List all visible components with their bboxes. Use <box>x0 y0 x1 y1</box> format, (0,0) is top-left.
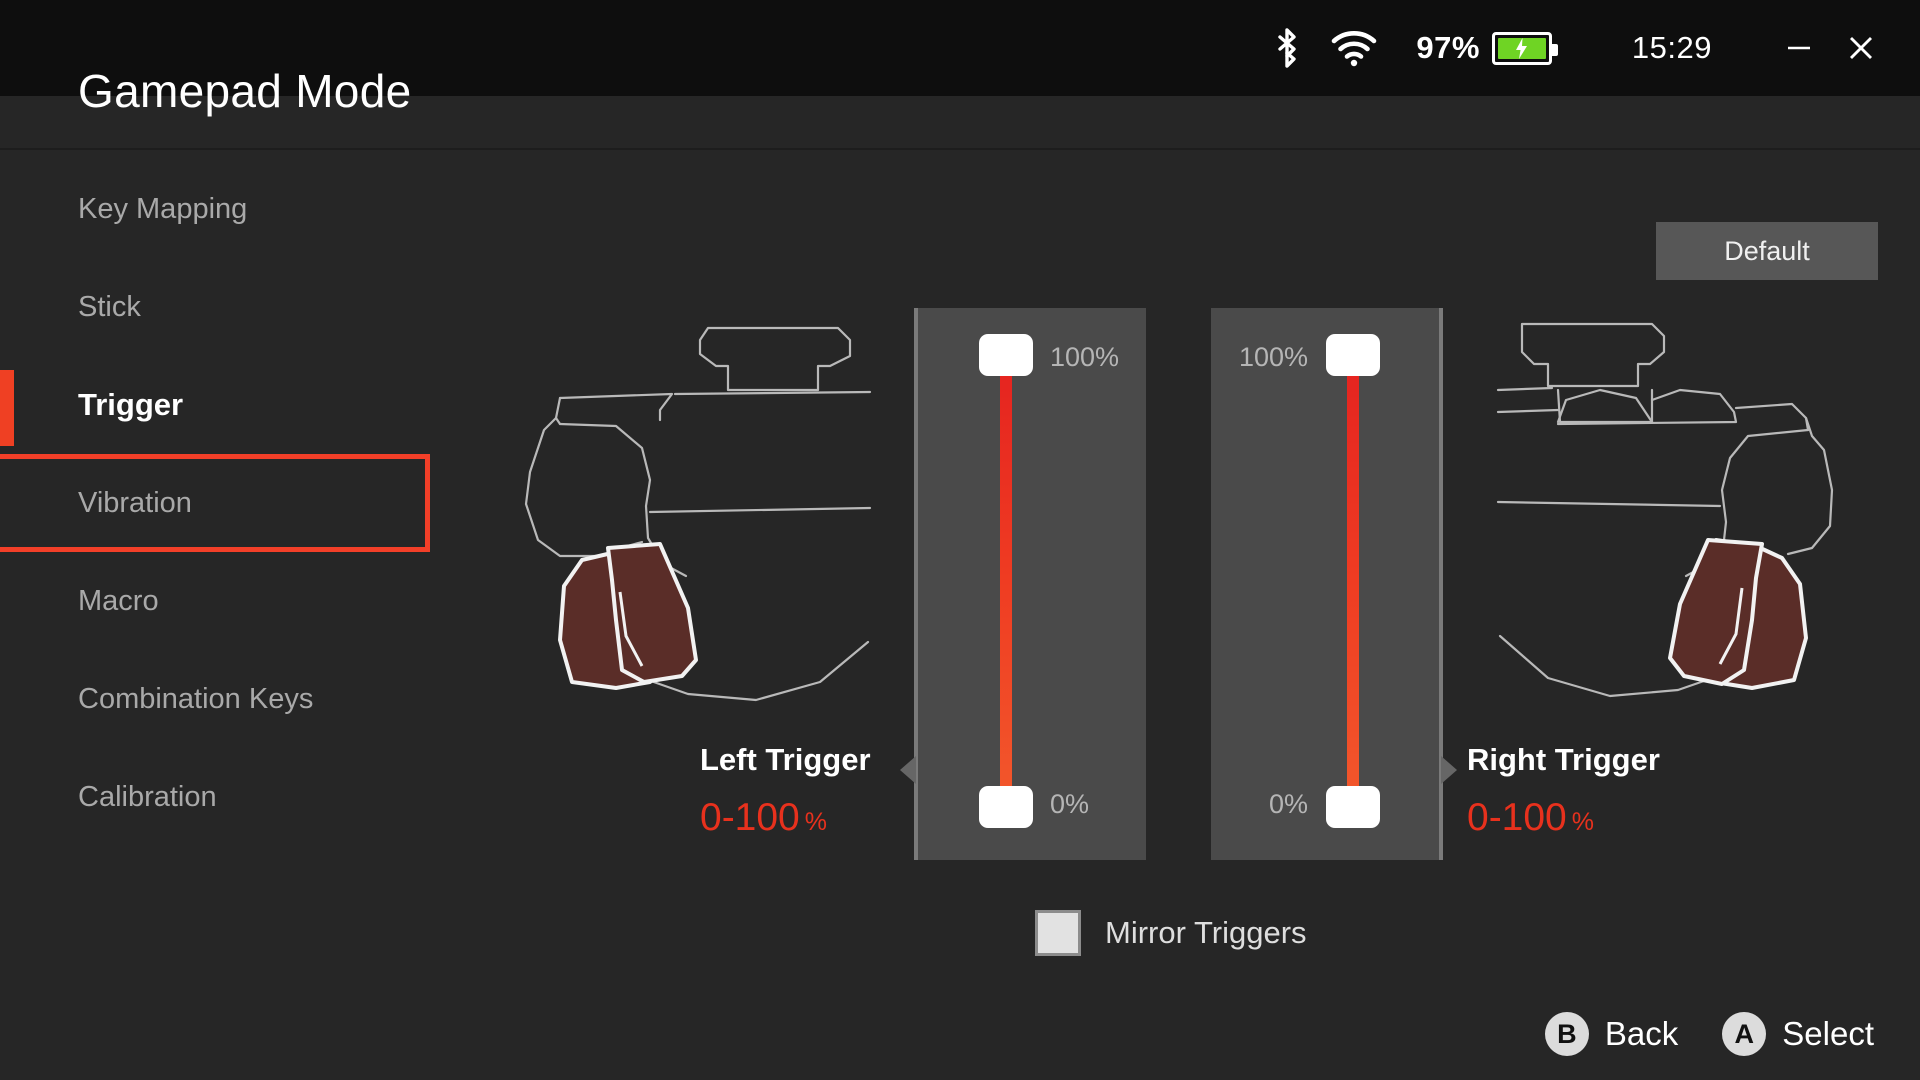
left-trigger-unit: % <box>804 808 827 836</box>
wifi-icon <box>1316 0 1392 96</box>
hint-select[interactable]: A Select <box>1722 1012 1874 1056</box>
active-accent-bar <box>0 370 14 446</box>
sidebar-item-vibration[interactable]: Vibration <box>0 454 430 552</box>
sidebar-item-label: Calibration <box>78 780 217 813</box>
gamepad-mode-screen: 97% 15:29 Gamepad Mode Key Mapping Stick… <box>0 0 1920 1080</box>
hint-back[interactable]: B Back <box>1544 1012 1679 1056</box>
mirror-triggers-label: Mirror Triggers <box>1105 915 1307 950</box>
button-hints: B Back A Select <box>1544 1012 1874 1056</box>
minimize-button[interactable] <box>1768 0 1830 96</box>
a-button-icon: A <box>1722 1012 1767 1056</box>
sidebar-item-calibration[interactable]: Calibration <box>0 748 430 846</box>
sidebar-item-label: Macro <box>78 584 159 617</box>
right-trigger-controller-illustration <box>1440 290 1840 735</box>
bluetooth-icon <box>1258 0 1316 96</box>
sidebar-item-stick[interactable]: Stick <box>0 258 430 356</box>
sidebar-item-key-mapping[interactable]: Key Mapping <box>0 160 430 258</box>
header-divider <box>0 148 1920 150</box>
page-title: Gamepad Mode <box>78 65 412 117</box>
left-trigger-max-label: 100% <box>1050 342 1120 372</box>
left-trigger-range-slider[interactable]: 100% 0% <box>900 308 1146 860</box>
clock-label: 15:29 <box>1631 30 1712 65</box>
mirror-triggers-checkbox[interactable] <box>1035 910 1081 956</box>
left-trigger-track[interactable] <box>1000 368 1012 792</box>
right-trigger-range-value: 0-100 <box>1467 796 1567 839</box>
left-trigger-max-handle[interactable] <box>979 334 1033 376</box>
right-trigger-caption: Right Trigger 0-100% <box>1467 742 1707 840</box>
right-trigger-range-slider[interactable]: 100% 0% <box>1211 308 1457 860</box>
sidebar-item-label: Trigger <box>78 387 184 422</box>
sidebar-item-trigger[interactable]: Trigger <box>0 356 430 454</box>
battery-indicator: 97% <box>1416 30 1558 66</box>
status-bar-indicators: 97% 15:29 <box>1258 0 1892 96</box>
sidebar-item-label: Stick <box>78 290 141 323</box>
left-trigger-value: 0-100% <box>700 796 890 840</box>
mirror-triggers-row[interactable]: Mirror Triggers <box>1035 910 1307 956</box>
left-trigger-range-value: 0-100 <box>700 796 800 839</box>
left-trigger-min-label: 0% <box>1050 789 1090 819</box>
right-trigger-min-label: 0% <box>1268 789 1308 819</box>
sidebar-item-label: Vibration <box>78 486 192 519</box>
battery-charging-icon <box>1491 31 1558 65</box>
battery-percent-label: 97% <box>1416 30 1480 65</box>
default-button[interactable]: Default <box>1656 222 1878 280</box>
b-button-icon: B <box>1544 1012 1589 1056</box>
sidebar-item-macro[interactable]: Macro <box>0 552 430 650</box>
hint-select-label: Select <box>1782 1015 1874 1052</box>
left-trigger-min-handle[interactable] <box>979 786 1033 828</box>
right-trigger-max-handle[interactable] <box>1326 334 1380 376</box>
close-button[interactable] <box>1830 0 1892 96</box>
sidebar-item-label: Combination Keys <box>78 682 314 715</box>
right-trigger-name: Right Trigger <box>1467 742 1660 777</box>
left-panel-pointer-icon <box>900 756 916 784</box>
right-panel-pointer-icon <box>1441 756 1457 784</box>
default-button-label: Default <box>1724 235 1810 266</box>
right-trigger-track[interactable] <box>1347 368 1359 792</box>
left-trigger-controller-illustration <box>520 290 920 735</box>
hint-back-label: Back <box>1604 1015 1679 1052</box>
right-trigger-unit: % <box>1571 808 1594 836</box>
sidebar-nav: Key Mapping Stick Trigger Vibration Macr… <box>0 160 430 880</box>
left-trigger-caption: Left Trigger 0-100% <box>700 742 890 840</box>
sidebar-item-combination-keys[interactable]: Combination Keys <box>0 650 430 748</box>
right-trigger-value: 0-100% <box>1467 796 1707 840</box>
right-trigger-min-handle[interactable] <box>1326 786 1380 828</box>
right-trigger-max-label: 100% <box>1238 342 1308 372</box>
sidebar-item-label: Key Mapping <box>78 192 248 225</box>
left-trigger-name: Left Trigger <box>700 742 871 777</box>
